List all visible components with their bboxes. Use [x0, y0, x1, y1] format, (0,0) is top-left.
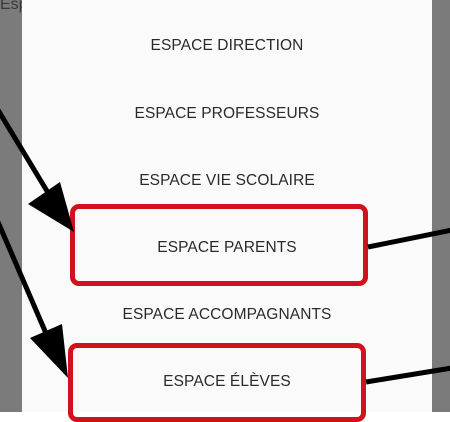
space-selection-dialog: ESPACE DIRECTION ESPACE PROFESSEURS ESPA… [22, 0, 432, 412]
menu-item-espace-eleves[interactable]: ESPACE ÉLÈVES [22, 362, 432, 402]
menu-item-espace-direction[interactable]: ESPACE DIRECTION [22, 26, 432, 66]
menu-item-label: ESPACE PARENTS [157, 239, 297, 256]
menu-item-label: ESPACE ÉLÈVES [163, 373, 291, 390]
menu-item-espace-professeurs[interactable]: ESPACE PROFESSEURS [22, 94, 432, 134]
menu-item-espace-vie-scolaire[interactable]: ESPACE VIE SCOLAIRE [22, 161, 432, 201]
menu-item-label: ESPACE ACCOMPAGNANTS [122, 306, 332, 323]
menu-item-espace-accompagnants[interactable]: ESPACE ACCOMPAGNANTS [22, 295, 432, 335]
menu-item-label: ESPACE VIE SCOLAIRE [139, 172, 315, 189]
screenshot-stage: Esp ESPACE DIRECTION ESPACE PROFESSEURS … [0, 0, 450, 422]
menu-item-label: ESPACE PROFESSEURS [134, 105, 320, 122]
menu-item-espace-parents[interactable]: ESPACE PARENTS [22, 228, 432, 268]
menu-item-label: ESPACE DIRECTION [150, 37, 304, 54]
bottom-strip [0, 412, 450, 422]
